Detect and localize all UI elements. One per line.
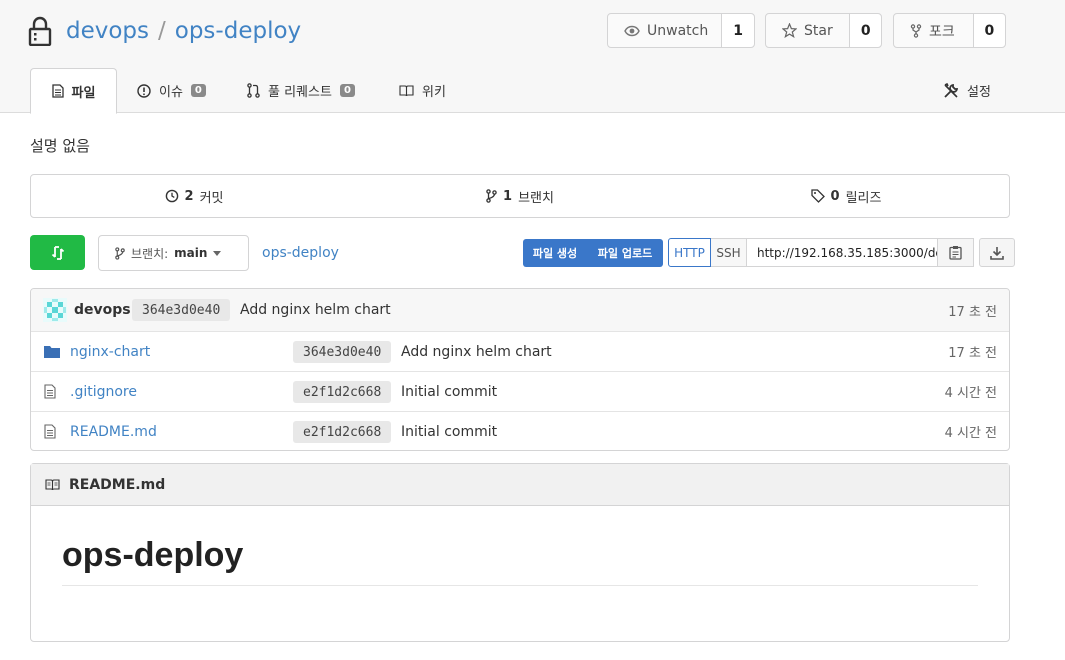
issue-icon [137, 83, 151, 98]
tab-issues[interactable]: 이슈 0 [137, 68, 206, 113]
fork-label: 포크 [929, 23, 955, 40]
file-commit-time: 4 시간 전 [944, 386, 997, 401]
tab-pull-requests-label: 풀 리퀘스트 [268, 85, 332, 100]
repo-stats-bar: 2 커밋 1 브랜치 0 릴리즈 [30, 174, 1010, 218]
repo-owner-link[interactable]: devops [66, 18, 149, 44]
repo-separator: / [158, 18, 166, 44]
commit-time: 17 초 전 [948, 304, 997, 320]
readme-header: README.md [31, 464, 1009, 506]
commits-label: 커밋 [199, 190, 224, 206]
issues-count-badge: 0 [190, 84, 206, 97]
commit-author[interactable]: devops [74, 302, 131, 318]
folder-icon [44, 346, 60, 358]
history-icon [165, 189, 178, 203]
fork-button[interactable]: 포크 0 [893, 13, 1006, 48]
clipboard-icon [949, 246, 962, 260]
file-commit-time: 17 초 전 [948, 346, 997, 361]
tab-settings-label: 설정 [967, 85, 991, 100]
latest-commit-row: devops 364e3d0e40 Add nginx helm chart 1… [31, 289, 1009, 331]
pull-requests-count-badge: 0 [339, 84, 355, 97]
commit-message[interactable]: Add nginx helm chart [240, 302, 391, 318]
repo-name-link[interactable]: ops-deploy [175, 18, 301, 44]
download-button[interactable] [979, 238, 1015, 267]
commit-sha[interactable]: 364e3d0e40 [132, 299, 231, 321]
file-table: devops 364e3d0e40 Add nginx helm chart 1… [30, 288, 1010, 451]
releases-count: 0 [830, 188, 840, 204]
file-name-link[interactable]: README.md [70, 424, 157, 440]
tools-icon [944, 82, 959, 98]
fork-icon [910, 23, 922, 38]
avatar[interactable] [43, 298, 67, 322]
readme-panel: README.md ops-deploy [30, 463, 1010, 642]
tab-files[interactable]: 파일 [30, 68, 117, 114]
star-button[interactable]: Star 0 [765, 13, 882, 48]
repo-title: devops / ops-deploy [28, 14, 301, 48]
compare-button[interactable] [30, 235, 85, 270]
file-icon [44, 424, 56, 439]
clone-ssh-toggle[interactable]: SSH [711, 238, 747, 267]
file-commit-sha[interactable]: 364e3d0e40 [293, 341, 392, 363]
star-icon [782, 23, 797, 38]
tab-pull-requests[interactable]: 풀 리퀘스트 0 [247, 68, 355, 113]
repo-description: 설명 없음 [30, 137, 90, 155]
releases-stat[interactable]: 0 릴리즈 [683, 175, 1009, 217]
branches-label: 브랜치 [518, 190, 554, 206]
star-label: Star [804, 22, 833, 39]
file-commit-time: 4 시간 전 [944, 426, 997, 441]
tab-settings[interactable]: 설정 [943, 68, 991, 113]
table-row: nginx-chart 364e3d0e40 Add nginx helm ch… [31, 331, 1009, 371]
fork-count[interactable]: 0 [972, 14, 1005, 47]
tab-wiki[interactable]: 위키 [399, 68, 446, 113]
create-file-button[interactable]: 파일 생성 [523, 239, 587, 267]
download-icon [990, 246, 1004, 260]
file-commit-message[interactable]: Add nginx helm chart [401, 344, 552, 360]
file-commit-message[interactable]: Initial commit [401, 384, 497, 400]
branch-name: main [174, 246, 208, 260]
branch-icon [486, 189, 497, 203]
file-commit-sha[interactable]: e2f1d2c668 [293, 421, 392, 443]
branch-icon [115, 246, 125, 260]
file-name-link[interactable]: .gitignore [70, 384, 137, 400]
tab-wiki-label: 위키 [422, 85, 446, 100]
readme-heading: ops-deploy [62, 536, 978, 586]
commits-stat[interactable]: 2 커밋 [31, 175, 357, 217]
caret-down-icon [213, 250, 222, 256]
releases-label: 릴리즈 [845, 190, 882, 206]
file-icon [51, 84, 64, 98]
breadcrumb-repo-link[interactable]: ops-deploy [262, 245, 339, 261]
table-row: README.md e2f1d2c668 Initial commit 4 시간… [31, 411, 1009, 450]
copy-url-button[interactable] [938, 238, 974, 267]
clone-http-toggle[interactable]: HTTP [668, 238, 711, 267]
commits-count: 2 [184, 188, 194, 204]
sync-icon [51, 245, 64, 260]
tab-files-label: 파일 [71, 85, 96, 101]
upload-file-button[interactable]: 파일 업로드 [587, 239, 663, 267]
readme-content: ops-deploy [31, 506, 1009, 616]
tab-issues-label: 이슈 [159, 85, 183, 100]
clone-url-input[interactable]: http://192.168.35.185:3000/devops/ops-de… [747, 238, 938, 267]
file-commit-sha[interactable]: e2f1d2c668 [293, 381, 392, 403]
book-icon [45, 478, 60, 490]
tag-icon [810, 189, 825, 203]
star-count[interactable]: 0 [849, 14, 881, 47]
watch-count[interactable]: 1 [721, 14, 754, 47]
file-name-link[interactable]: nginx-chart [70, 344, 150, 360]
table-row: .gitignore e2f1d2c668 Initial commit 4 시… [31, 371, 1009, 411]
pull-request-icon [247, 83, 260, 98]
book-icon [399, 84, 414, 96]
branches-stat[interactable]: 1 브랜치 [357, 175, 683, 217]
readme-filename: README.md [69, 476, 166, 493]
repo-header: devops / ops-deploy Unwatch 1 Star 0 포크 … [0, 0, 1065, 114]
file-commit-message[interactable]: Initial commit [401, 424, 497, 440]
lock-icon [28, 16, 52, 46]
branches-count: 1 [503, 188, 513, 204]
branch-selector[interactable]: 브랜치: main [98, 235, 249, 271]
file-icon [44, 384, 56, 399]
clone-panel: HTTP SSH http://192.168.35.185:3000/devo… [668, 238, 1015, 267]
watch-label: Unwatch [647, 22, 709, 39]
watch-button[interactable]: Unwatch 1 [607, 13, 755, 48]
branch-prefix: 브랜치: [131, 246, 169, 261]
eye-icon [624, 25, 640, 36]
